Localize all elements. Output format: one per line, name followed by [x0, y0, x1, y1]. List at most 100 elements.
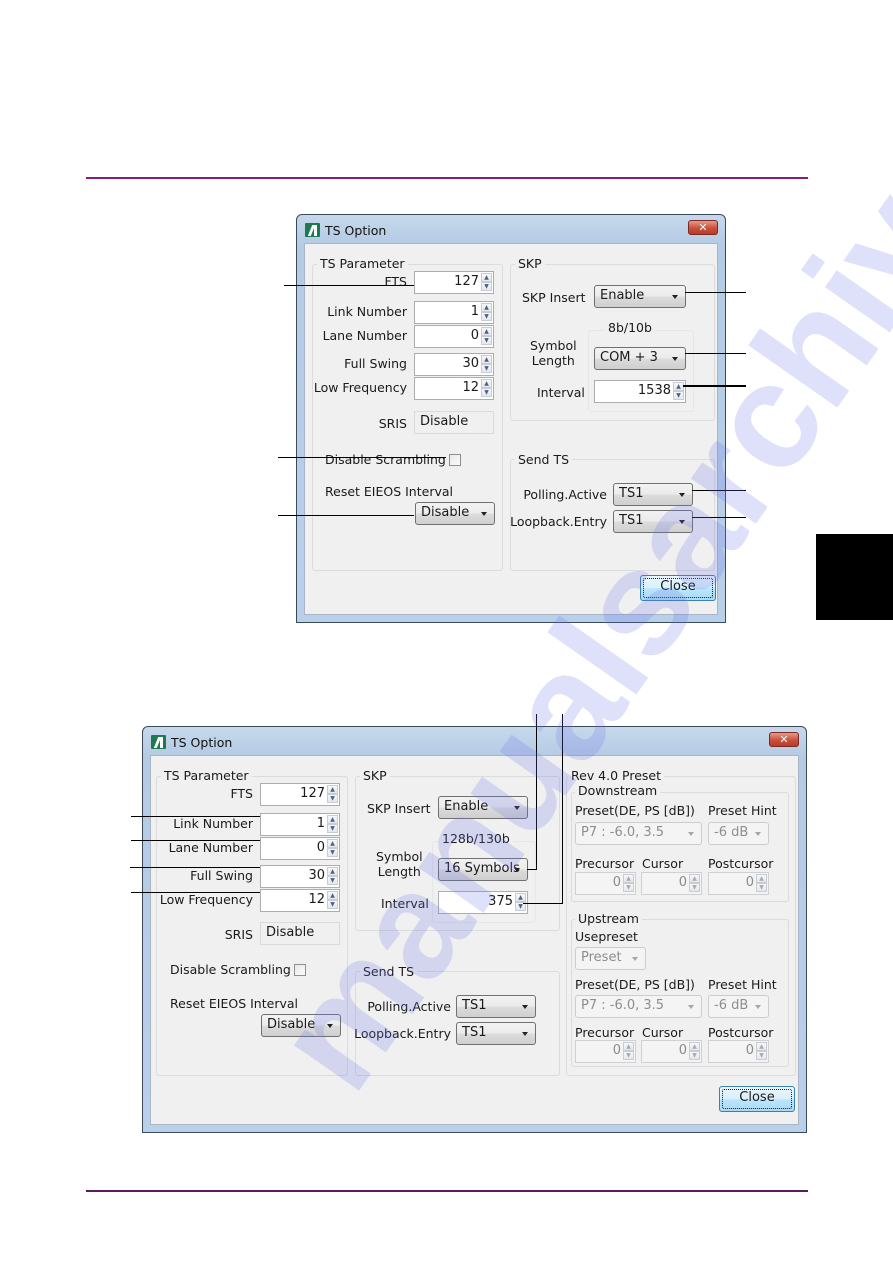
usepreset-label: Usepreset [575, 929, 638, 944]
spin-up-icon[interactable]: ▲ [481, 303, 492, 312]
upstream-precursor-label: Precursor [575, 1025, 635, 1040]
spin-down-icon[interactable]: ▼ [689, 883, 700, 892]
downstream-preset-dropdown[interactable]: P7 : -6.0, 3.5 [575, 822, 702, 845]
chevron-down-icon [522, 1032, 528, 1036]
window-close-button[interactable]: ✕ [688, 220, 718, 235]
reset-eieos-value: Disable [421, 505, 470, 520]
window-close-button[interactable]: ✕ [769, 732, 799, 747]
spin-down-icon[interactable]: ▼ [623, 883, 634, 892]
spin-up-icon[interactable]: ▲ [623, 1042, 634, 1051]
upstream-preset-hint-dropdown[interactable]: -6 dB [708, 995, 769, 1018]
spin-down-icon[interactable]: ▼ [481, 364, 492, 373]
spin-down-icon[interactable]: ▼ [623, 1051, 634, 1060]
skp-insert-dropdown[interactable]: Enable [594, 285, 686, 308]
low-frequency-value: 12 [462, 380, 479, 395]
spin-down-icon[interactable]: ▼ [481, 312, 492, 321]
loopback-entry-label: Loopback.Entry [510, 514, 607, 529]
spin-down-icon[interactable]: ▼ [481, 336, 492, 345]
lane-number-label: Lane Number [322, 328, 407, 343]
spin-up-icon[interactable]: ▲ [327, 839, 338, 848]
lane-number-spinner[interactable]: 0 ▲ ▼ [260, 837, 340, 860]
callout-line [562, 714, 563, 904]
spin-down-icon[interactable]: ▼ [673, 391, 684, 400]
disable-scrambling-checkbox[interactable] [449, 454, 461, 466]
link-number-spinner[interactable]: 1 ▲ ▼ [260, 813, 340, 836]
spin-down-icon[interactable]: ▼ [689, 1051, 700, 1060]
reset-eieos-dropdown[interactable]: Disable [415, 502, 495, 525]
spin-up-icon[interactable]: ▲ [327, 785, 338, 794]
callout-line [527, 869, 537, 870]
spin-up-icon[interactable]: ▲ [481, 273, 492, 282]
lane-number-value: 0 [470, 328, 479, 343]
spin-up-icon[interactable]: ▲ [327, 891, 338, 900]
spin-down-icon[interactable]: ▼ [756, 1051, 767, 1060]
symbol-length-dropdown[interactable]: 16 Symbols [438, 858, 528, 881]
spin-down-icon[interactable]: ▼ [327, 794, 338, 803]
lane-number-spinner[interactable]: 0 ▲ ▼ [414, 325, 494, 348]
upstream-precursor-spinner[interactable]: 0 ▲ ▼ [575, 1040, 636, 1063]
upstream-preset-value: P7 : -6.0, 3.5 [581, 998, 665, 1013]
low-frequency-spinner[interactable]: 12 ▲ ▼ [414, 377, 494, 400]
close-button[interactable]: Close [640, 575, 716, 601]
spin-up-icon[interactable]: ▲ [623, 874, 634, 883]
spin-up-icon[interactable]: ▲ [689, 874, 700, 883]
downstream-preset-hint-dropdown[interactable]: -6 dB [708, 822, 769, 845]
spin-down-icon[interactable]: ▼ [327, 876, 338, 885]
symbol-length-value: 16 Symbols [444, 861, 520, 876]
downstream-precursor-spinner[interactable]: 0 ▲ ▼ [575, 872, 636, 895]
spin-down-icon[interactable]: ▼ [327, 900, 338, 909]
upstream-cursor-spinner[interactable]: 0 ▲ ▼ [641, 1040, 702, 1063]
reset-eieos-dropdown[interactable]: Disable [261, 1014, 341, 1037]
chevron-down-icon [672, 357, 678, 361]
chevron-down-icon [327, 1024, 333, 1028]
fts-spinner[interactable]: 127 ▲ ▼ [260, 783, 340, 806]
spin-up-icon[interactable]: ▲ [327, 815, 338, 824]
window-title: TS Option [171, 734, 233, 750]
upstream-preset-dropdown[interactable]: P7 : -6.0, 3.5 [575, 995, 702, 1018]
spin-down-icon[interactable]: ▼ [327, 848, 338, 857]
chevron-down-icon [679, 520, 685, 524]
spin-up-icon[interactable]: ▲ [756, 1042, 767, 1051]
polling-active-label: Polling.Active [523, 487, 607, 502]
symbol-length-dropdown[interactable]: COM + 3 [594, 347, 686, 370]
full-swing-spinner[interactable]: 30 ▲ ▼ [260, 865, 340, 888]
close-button[interactable]: Close [719, 1086, 795, 1112]
spin-up-icon[interactable]: ▲ [515, 893, 526, 902]
spin-up-icon[interactable]: ▲ [481, 355, 492, 364]
spin-up-icon[interactable]: ▲ [756, 874, 767, 883]
loopback-entry-dropdown[interactable]: TS1 [456, 1022, 536, 1045]
fts-spinner[interactable]: 127 ▲ ▼ [414, 271, 494, 294]
low-frequency-spinner[interactable]: 12 ▲ ▼ [260, 889, 340, 912]
polling-active-value: TS1 [462, 998, 487, 1013]
spin-down-icon[interactable]: ▼ [481, 388, 492, 397]
loopback-entry-dropdown[interactable]: TS1 [613, 510, 693, 533]
full-swing-spinner[interactable]: 30 ▲ ▼ [414, 353, 494, 376]
spin-down-icon[interactable]: ▼ [327, 824, 338, 833]
interval-spinner[interactable]: 375 ▲ ▼ [438, 891, 528, 914]
spin-down-icon[interactable]: ▼ [481, 282, 492, 291]
spin-up-icon[interactable]: ▲ [481, 379, 492, 388]
skp-insert-dropdown[interactable]: Enable [438, 796, 528, 819]
interval-spinner[interactable]: 1538 ▲ ▼ [594, 380, 686, 403]
downstream-postcursor-spinner[interactable]: 0 ▲ ▼ [708, 872, 769, 895]
fts-label: FTS [384, 274, 407, 289]
usepreset-dropdown[interactable]: Preset [575, 947, 646, 970]
link-number-spinner[interactable]: 1 ▲ ▼ [414, 301, 494, 324]
disable-scrambling-checkbox[interactable] [294, 964, 306, 976]
downstream-cursor-spinner[interactable]: 0 ▲ ▼ [641, 872, 702, 895]
downstream-preset-label: Preset(DE, PS [dB]) [575, 803, 695, 818]
skp-title: SKP [515, 256, 545, 271]
chevron-down-icon [688, 832, 694, 836]
polling-active-dropdown[interactable]: TS1 [456, 995, 536, 1018]
spin-up-icon[interactable]: ▲ [481, 327, 492, 336]
upstream-postcursor-spinner[interactable]: 0 ▲ ▼ [708, 1040, 769, 1063]
spin-down-icon[interactable]: ▼ [756, 883, 767, 892]
polling-active-dropdown[interactable]: TS1 [613, 483, 693, 506]
skp-insert-label: SKP Insert [522, 290, 586, 305]
symbol-length-label: Symbol Length [376, 849, 423, 879]
app-logo-icon [305, 223, 320, 237]
send-ts-title: Send TS [360, 964, 418, 979]
spin-up-icon[interactable]: ▲ [327, 867, 338, 876]
spin-up-icon[interactable]: ▲ [689, 1042, 700, 1051]
low-frequency-value: 12 [308, 892, 325, 907]
